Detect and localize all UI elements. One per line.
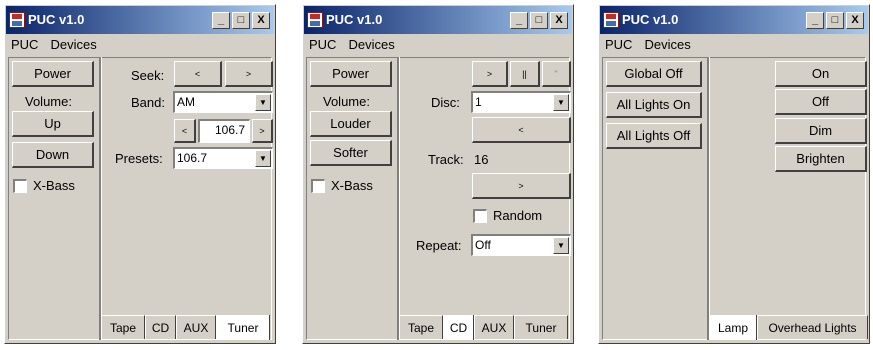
disc-dropdown[interactable]: 1 ▼ (471, 91, 571, 113)
frequency-field[interactable]: 106.7 (198, 119, 250, 143)
dim-button[interactable]: Dim (775, 118, 867, 144)
off-button[interactable]: Off (775, 89, 867, 115)
disc-value: 1 (475, 95, 482, 109)
menu-devices[interactable]: Devices (346, 37, 396, 55)
pane-divider (397, 57, 400, 340)
power-button[interactable]: Power (12, 61, 94, 87)
tab-aux[interactable]: AUX (474, 315, 514, 339)
menu-bar: PUC Devices (307, 37, 397, 55)
on-button[interactable]: On (775, 61, 867, 87)
menu-bar: PUC Devices (9, 37, 99, 55)
repeat-dropdown[interactable]: Off ▼ (471, 234, 571, 256)
pane-divider (99, 57, 102, 340)
puc-app-icon (307, 12, 323, 28)
tab-tape[interactable]: Tape (101, 315, 145, 339)
tab-overhead-lights[interactable]: Overhead Lights (757, 315, 868, 339)
next-track-button[interactable]: > (472, 173, 571, 199)
freq-down-button[interactable]: < (174, 119, 196, 143)
tab-tuner[interactable]: Tuner (514, 315, 568, 339)
menu-puc[interactable]: PUC (307, 37, 338, 55)
seek-prev-button[interactable]: < (174, 61, 222, 87)
band-dropdown[interactable]: AM ▼ (173, 91, 273, 113)
window-title: PUC v1.0 (28, 12, 85, 27)
seek-next-button[interactable]: > (225, 61, 273, 87)
minimize-button[interactable]: _ (510, 12, 528, 29)
brighten-button[interactable]: Brighten (775, 146, 867, 172)
repeat-label: Repeat: (416, 238, 462, 253)
stop-button[interactable]: " (542, 61, 571, 87)
random-label: Random (493, 208, 543, 223)
menu-devices[interactable]: Devices (642, 37, 692, 55)
tab-lamp[interactable]: Lamp (709, 315, 757, 340)
maximize-button[interactable]: □ (530, 12, 548, 29)
tab-tuner[interactable]: Tuner (216, 315, 270, 340)
presets-label: Presets: (115, 151, 163, 166)
repeat-value: Off (475, 238, 491, 252)
window-title: PUC v1.0 (622, 12, 679, 27)
puc-window-tuner: PUC v1.0 _ □ X PUC Devices Power Volume:… (4, 4, 276, 344)
source-tabs: Tape CD AUX Tuner (101, 315, 270, 340)
puc-app-icon (9, 12, 25, 28)
louder-button[interactable]: Louder (310, 111, 392, 137)
window-title: PUC v1.0 (326, 12, 383, 27)
title-bar[interactable]: PUC v1.0 _ □ X (600, 6, 868, 34)
all-lights-on-button[interactable]: All Lights On (606, 92, 702, 118)
pause-button[interactable]: || (510, 61, 540, 87)
xbass-checkbox[interactable] (311, 179, 325, 193)
tab-aux[interactable]: AUX (176, 315, 216, 339)
pane-divider (707, 57, 710, 340)
volume-label: Volume: (323, 94, 370, 109)
title-bar[interactable]: PUC v1.0 _ □ X (304, 6, 572, 34)
xbass-checkbox[interactable] (13, 179, 27, 193)
volume-label: Volume: (25, 94, 72, 109)
source-tabs: Tape CD AUX Tuner (399, 315, 568, 340)
chevron-down-icon[interactable]: ▼ (553, 237, 569, 254)
chevron-down-icon[interactable]: ▼ (255, 94, 271, 111)
track-label: Track: (428, 152, 464, 167)
minimize-button[interactable]: _ (806, 12, 824, 29)
disc-label: Disc: (431, 95, 460, 110)
freq-up-button[interactable]: > (252, 119, 273, 143)
maximize-button[interactable]: □ (232, 12, 250, 29)
track-value: 16 (474, 152, 489, 167)
close-button[interactable]: X (252, 12, 270, 29)
play-button[interactable]: > (472, 61, 508, 87)
seek-label: Seek: (131, 68, 165, 83)
menu-puc[interactable]: PUC (603, 37, 634, 55)
volume-up-button[interactable]: Up (12, 111, 94, 137)
presets-value: 106.7 (177, 151, 208, 165)
title-bar[interactable]: PUC v1.0 _ □ X (6, 6, 274, 34)
menu-devices[interactable]: Devices (48, 37, 98, 55)
softer-button[interactable]: Softer (310, 140, 392, 166)
maximize-button[interactable]: □ (826, 12, 844, 29)
global-off-button[interactable]: Global Off (606, 61, 702, 87)
tab-cd[interactable]: CD (443, 315, 474, 340)
close-button[interactable]: X (846, 12, 864, 29)
chevron-down-icon[interactable]: ▼ (553, 94, 569, 111)
presets-dropdown[interactable]: 106.7 ▼ (173, 147, 273, 169)
power-button[interactable]: Power (310, 61, 392, 87)
band-value: AM (177, 95, 195, 109)
menu-puc[interactable]: PUC (9, 37, 40, 55)
all-lights-off-button[interactable]: All Lights Off (606, 123, 702, 149)
prev-track-button[interactable]: < (472, 117, 571, 143)
tab-cd[interactable]: CD (145, 315, 176, 339)
xbass-label: X-Bass (33, 178, 75, 193)
band-label: Band: (131, 95, 165, 110)
puc-window-lights: PUC v1.0 _ □ X PUC Devices Global Off Al… (598, 4, 870, 344)
random-checkbox[interactable] (473, 209, 487, 223)
puc-app-icon (603, 12, 619, 28)
tab-tape[interactable]: Tape (399, 315, 443, 339)
xbass-label: X-Bass (331, 178, 373, 193)
chevron-down-icon[interactable]: ▼ (255, 150, 271, 167)
menu-bar: PUC Devices (603, 37, 693, 55)
light-tabs: Lamp Overhead Lights (709, 315, 868, 340)
puc-window-cd: PUC v1.0 _ □ X PUC Devices Power Volume:… (302, 4, 574, 344)
close-button[interactable]: X (550, 12, 568, 29)
minimize-button[interactable]: _ (212, 12, 230, 29)
volume-down-button[interactable]: Down (12, 142, 94, 168)
